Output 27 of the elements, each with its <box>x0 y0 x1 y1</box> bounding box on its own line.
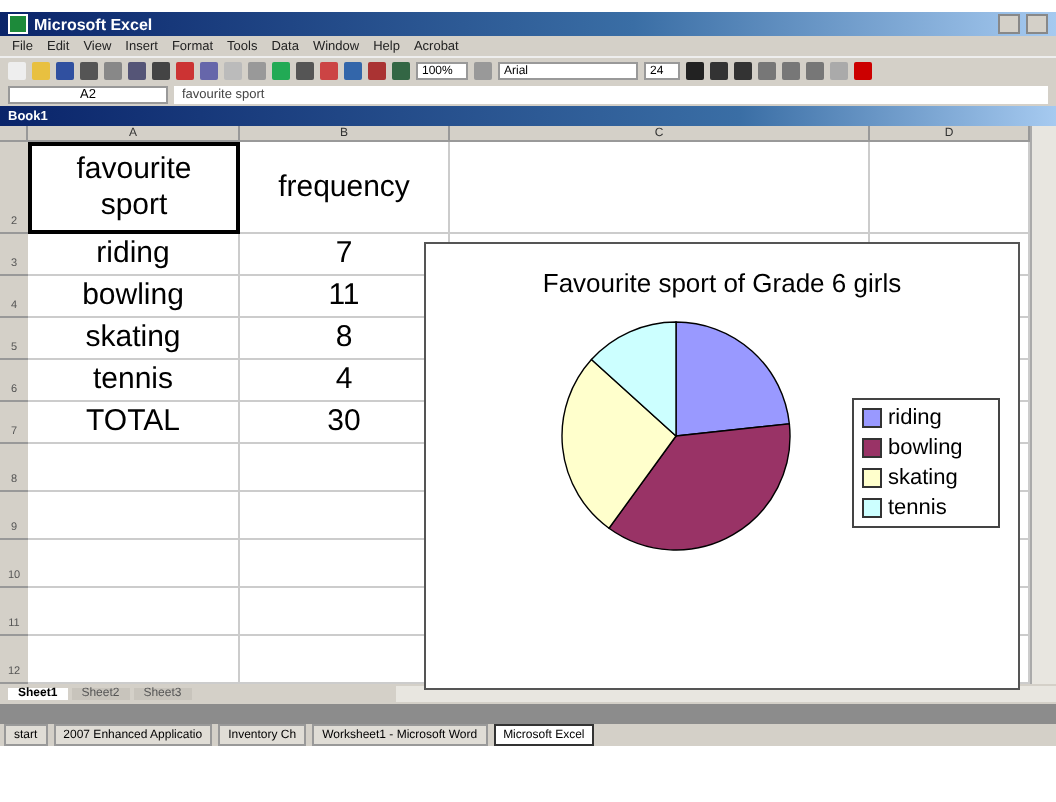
legend-swatch <box>862 468 882 488</box>
window-title: Microsoft Excel <box>34 15 153 33</box>
chart-title: Favourite sport of Grade 6 girls <box>540 268 904 298</box>
table-cell[interactable]: skating <box>28 318 240 360</box>
legend-swatch <box>862 438 882 458</box>
minimize-button[interactable] <box>998 14 1020 34</box>
table-cell[interactable]: riding <box>28 234 240 276</box>
table-cell[interactable]: bowling <box>28 276 240 318</box>
legend-label: skating <box>888 466 958 490</box>
legend-swatch <box>862 498 882 518</box>
table-cell[interactable]: favourite sport <box>28 142 240 234</box>
table-cell[interactable] <box>28 492 240 540</box>
legend-label: riding <box>888 406 942 430</box>
table-cell: frequency <box>240 142 450 234</box>
table-cell[interactable] <box>28 588 240 636</box>
table-cell[interactable] <box>28 540 240 588</box>
legend-label: tennis <box>888 496 947 520</box>
vertical-scrollbar[interactable] <box>1030 126 1056 684</box>
select-all-corner[interactable] <box>0 126 28 142</box>
app-icon <box>8 14 28 34</box>
legend-swatch <box>862 408 882 428</box>
table-cell[interactable] <box>28 444 240 492</box>
table-cell[interactable]: tennis <box>28 360 240 402</box>
toolbar-icon[interactable] <box>474 62 492 80</box>
close-button[interactable] <box>1026 14 1048 34</box>
legend-label: bowling <box>888 436 963 460</box>
table-cell[interactable]: TOTAL <box>28 402 240 444</box>
